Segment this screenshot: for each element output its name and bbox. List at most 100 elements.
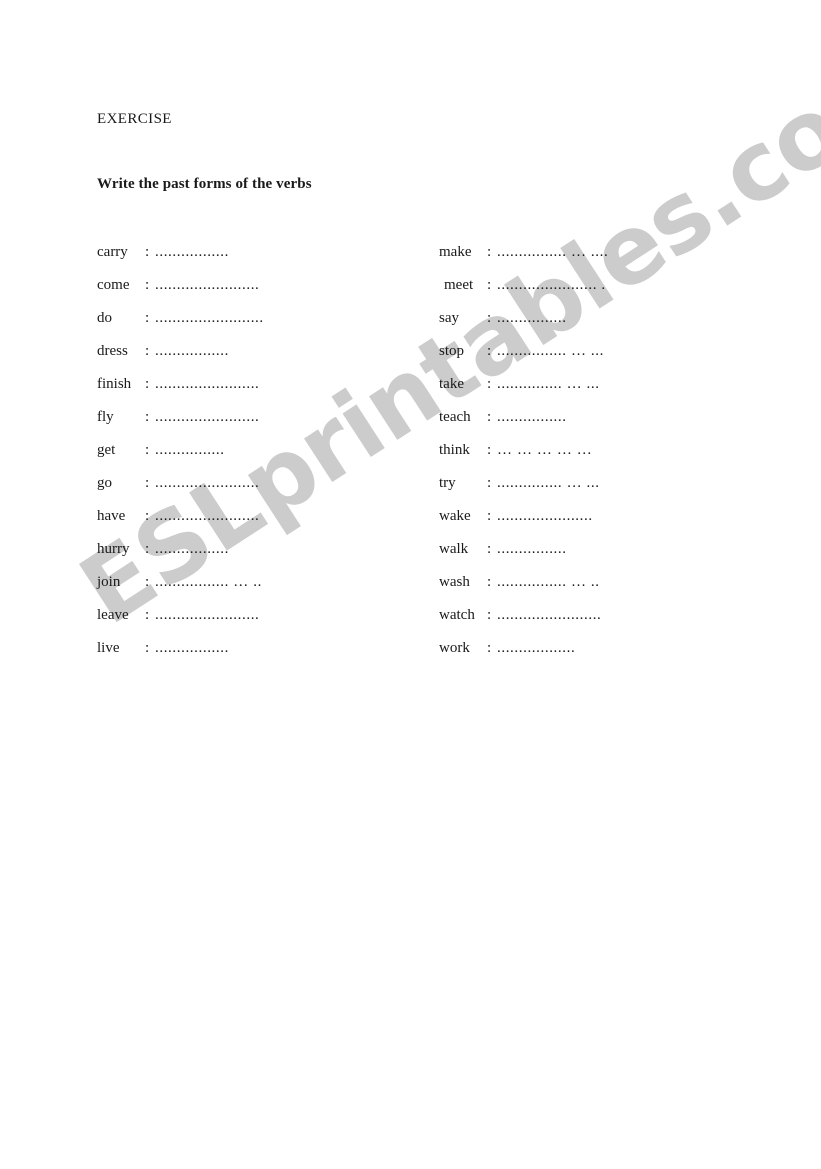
answer-blank[interactable]: ........................ xyxy=(155,473,259,493)
verb-label: live xyxy=(97,640,120,656)
verb-separator: : xyxy=(487,574,492,590)
verb-row: hurry:................. xyxy=(97,539,264,572)
verb-separator: : xyxy=(145,343,150,359)
verb-label: take xyxy=(439,376,464,392)
answer-blank[interactable]: ................ … .. xyxy=(497,572,600,592)
verb-label: go xyxy=(97,475,112,491)
answer-blank[interactable]: ........................ xyxy=(155,407,259,427)
verb-separator: : xyxy=(487,442,492,458)
answer-blank[interactable]: ....................... . xyxy=(497,275,606,295)
verb-label: wake xyxy=(439,508,471,524)
verb-row: finish:........................ xyxy=(97,374,264,407)
verb-row: live:................. xyxy=(97,638,264,671)
answer-blank[interactable]: ................ xyxy=(497,407,567,427)
verb-separator: : xyxy=(487,376,492,392)
instruction-text: Write the past forms of the verbs xyxy=(97,176,312,192)
verb-separator: : xyxy=(145,442,150,458)
verb-separator: : xyxy=(145,376,150,392)
verb-label: finish xyxy=(97,376,132,392)
verb-row: take: ............... … ... xyxy=(439,374,608,407)
verb-row: leave:........................ xyxy=(97,605,264,638)
answer-blank[interactable]: .................. xyxy=(497,638,575,658)
answer-blank[interactable]: ................ xyxy=(497,308,567,328)
verb-row: wash: ................ … .. xyxy=(439,572,608,605)
verb-row: watch:........................ xyxy=(439,605,608,638)
answer-blank[interactable]: ................ xyxy=(497,539,567,559)
verb-label: meet xyxy=(444,277,474,293)
answer-blank[interactable]: ................. xyxy=(155,341,229,361)
verb-label: hurry xyxy=(97,541,130,557)
verb-label: stop xyxy=(439,343,465,359)
verb-row: do:......................... xyxy=(97,308,264,341)
verb-separator: : xyxy=(487,508,492,524)
verb-separator: : xyxy=(145,574,150,590)
verb-column-right: make: ................ … .... meet:.......… xyxy=(439,242,608,671)
page-title: EXERCISE xyxy=(97,111,172,127)
verb-separator: : xyxy=(487,277,492,293)
verb-separator: : xyxy=(487,310,492,326)
answer-blank[interactable]: ................. xyxy=(155,638,229,658)
answer-blank[interactable]: ................ xyxy=(155,440,225,460)
verb-label: do xyxy=(97,310,112,326)
verb-label: watch xyxy=(439,607,475,623)
answer-blank[interactable]: ........................ xyxy=(155,374,259,394)
verb-label: carry xyxy=(97,244,128,260)
verb-row: have:........................ xyxy=(97,506,264,539)
answer-blank[interactable]: ............... … ... xyxy=(497,374,600,394)
verb-row: wake:...................... xyxy=(439,506,608,539)
verb-separator: : xyxy=(145,310,150,326)
answer-blank[interactable]: ................ … ... xyxy=(497,341,604,361)
verb-label: work xyxy=(439,640,470,656)
answer-blank[interactable]: ........................ xyxy=(155,275,259,295)
verb-row: walk:................ xyxy=(439,539,608,572)
verb-row: join: ................. … .. xyxy=(97,572,264,605)
worksheet-page: ESLprintables.com EXERCISE Write the pas… xyxy=(0,0,821,1169)
answer-blank[interactable]: ...................... xyxy=(497,506,593,526)
verb-row: stop: ................ … ... xyxy=(439,341,608,374)
verb-row: carry:................. xyxy=(97,242,264,275)
verb-label: join xyxy=(97,574,121,590)
verb-row: go:........................ xyxy=(97,473,264,506)
verb-label: try xyxy=(439,475,456,491)
verb-separator: : xyxy=(487,409,492,425)
verb-separator: : xyxy=(145,607,150,623)
verb-separator: : xyxy=(487,244,492,260)
verb-separator: : xyxy=(487,640,492,656)
verb-column-left: carry:................. come:............… xyxy=(97,242,264,671)
verb-row: teach:................ xyxy=(439,407,608,440)
answer-blank[interactable]: ......................... xyxy=(155,308,264,328)
answer-blank[interactable]: ........................ xyxy=(155,506,259,526)
verb-row: meet: ....................... . xyxy=(439,275,608,308)
verb-row: say:................ xyxy=(439,308,608,341)
verb-label: walk xyxy=(439,541,469,557)
verb-separator: : xyxy=(145,508,150,524)
verb-label: fly xyxy=(97,409,114,425)
verb-row: think: … … … … … xyxy=(439,440,608,473)
answer-blank[interactable]: ................. xyxy=(155,242,229,262)
verb-row: try: ............... … ... xyxy=(439,473,608,506)
verb-label: leave xyxy=(97,607,129,623)
verb-row: get:................ xyxy=(97,440,264,473)
answer-blank[interactable]: ................. xyxy=(155,539,229,559)
verb-label: teach xyxy=(439,409,471,425)
verb-row: work:.................. xyxy=(439,638,608,671)
verb-separator: : xyxy=(487,541,492,557)
answer-blank[interactable]: … … … … … xyxy=(497,440,592,460)
answer-blank[interactable]: ........................ xyxy=(497,605,601,625)
verb-separator: : xyxy=(145,640,150,656)
verb-separator: : xyxy=(145,541,150,557)
verb-label: get xyxy=(97,442,116,458)
verb-separator: : xyxy=(487,607,492,623)
verb-separator: : xyxy=(145,409,150,425)
verb-separator: : xyxy=(487,343,492,359)
verb-label: think xyxy=(439,442,470,458)
verb-label: say xyxy=(439,310,459,326)
verb-separator: : xyxy=(145,244,150,260)
answer-blank[interactable]: ............... … ... xyxy=(497,473,600,493)
answer-blank[interactable]: ................. … .. xyxy=(155,572,262,592)
verb-row: come:........................ xyxy=(97,275,264,308)
verb-row: dress:................. xyxy=(97,341,264,374)
answer-blank[interactable]: ................ … .... xyxy=(497,242,608,262)
answer-blank[interactable]: ........................ xyxy=(155,605,259,625)
verb-label: make xyxy=(439,244,472,260)
